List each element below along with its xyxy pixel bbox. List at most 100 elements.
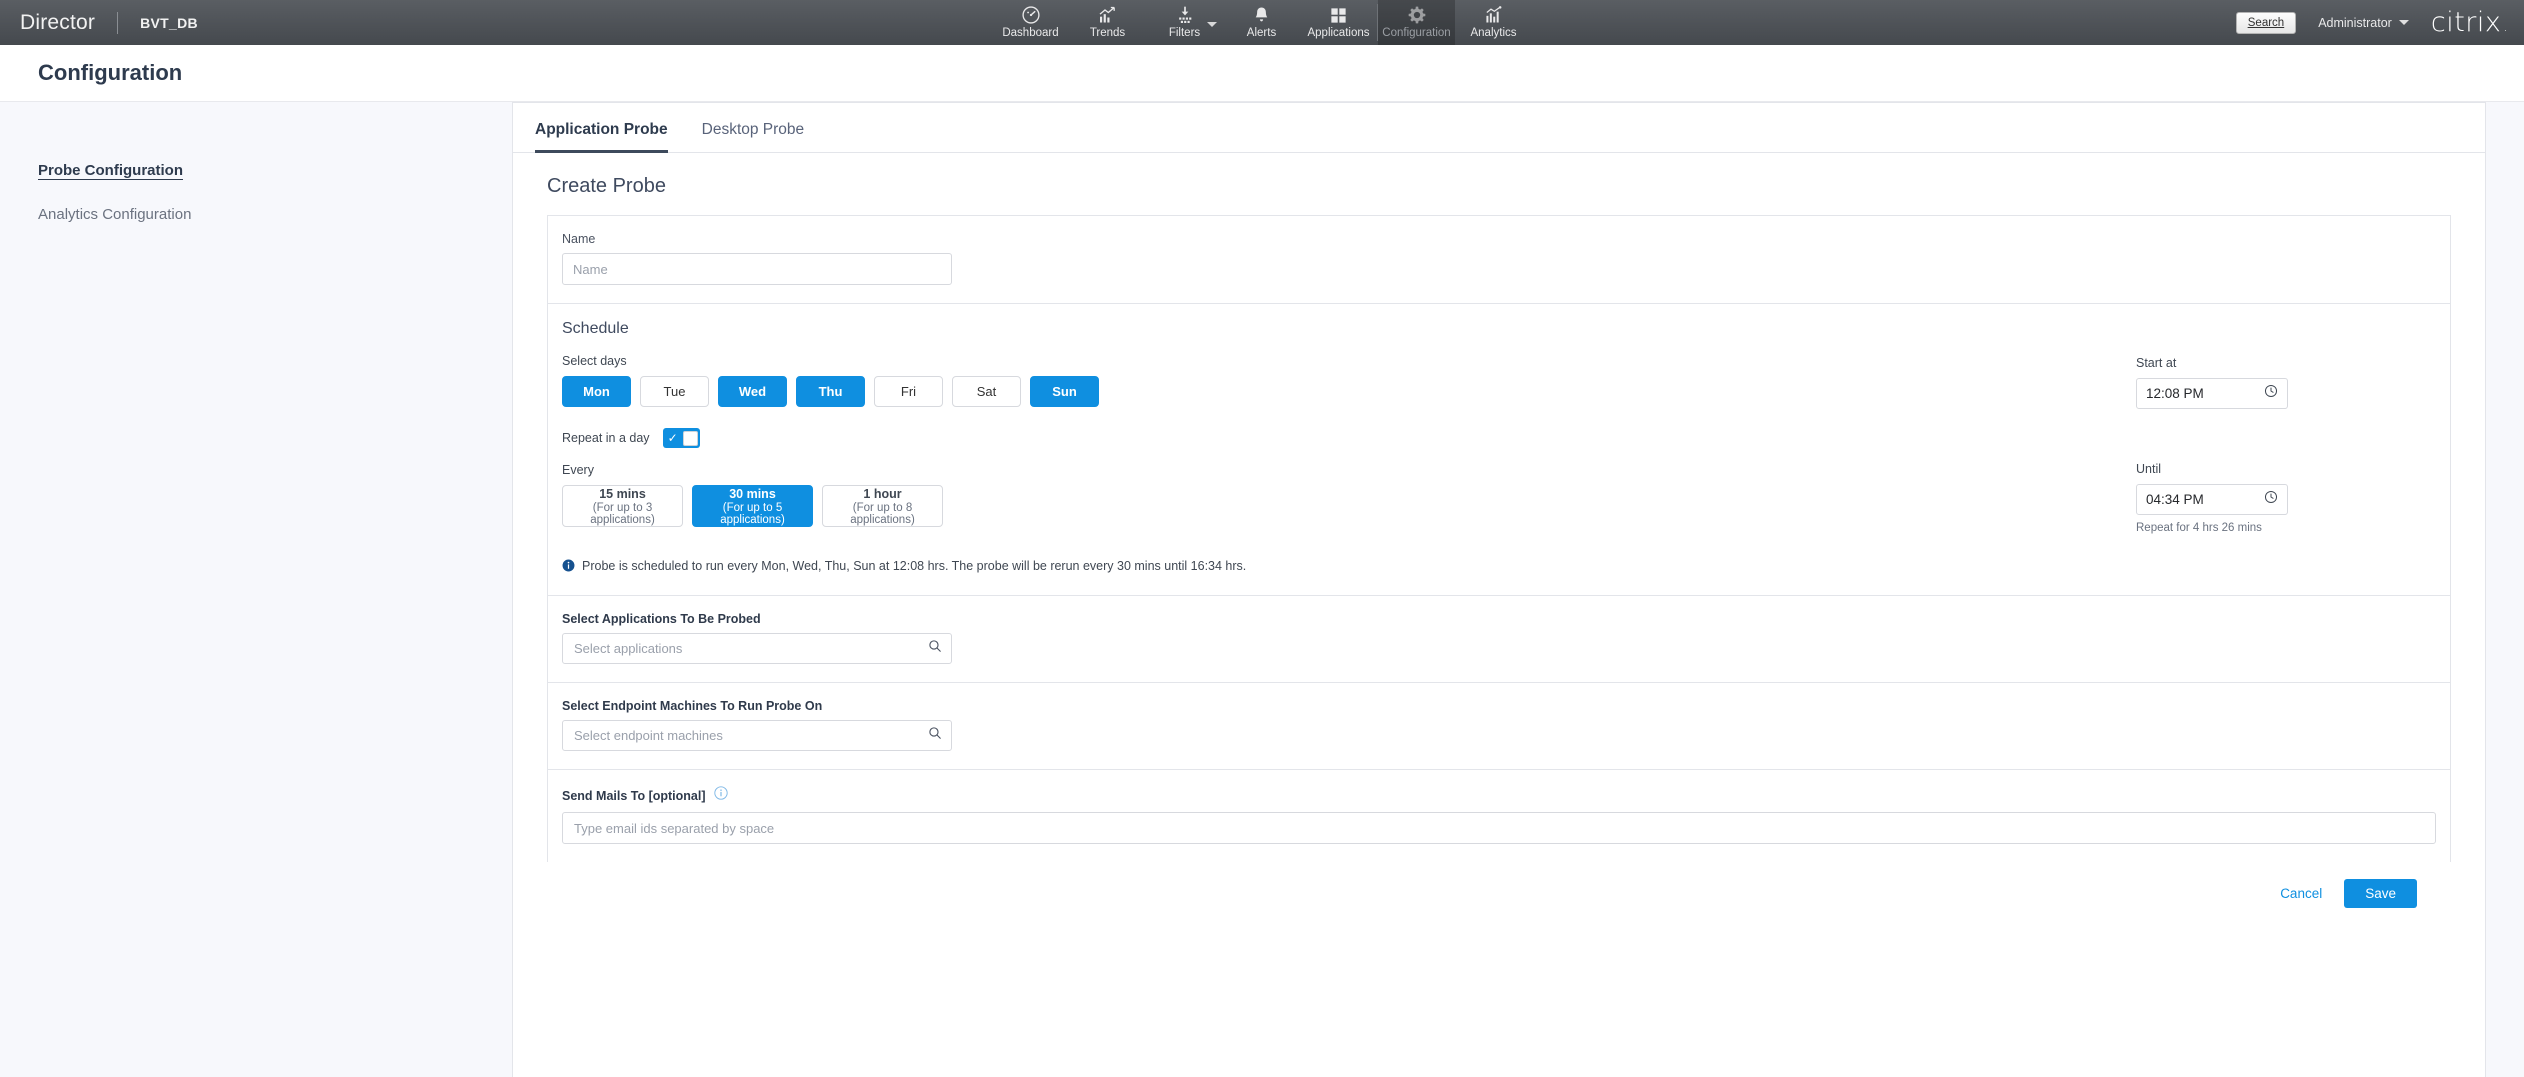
search-icon[interactable]	[928, 726, 942, 745]
check-icon: ✓	[667, 431, 678, 445]
tab-desktop-probe[interactable]: Desktop Probe	[702, 121, 805, 153]
nav-label-filters: Filters	[1168, 26, 1201, 39]
interval-selector: 15 mins (For up to 3 applications) 30 mi…	[562, 485, 2136, 527]
day-button-mon[interactable]: Mon	[562, 376, 631, 407]
send-mails-section: Send Mails To [optional] Type email ids …	[547, 769, 2451, 862]
send-mails-placeholder: Type email ids separated by space	[574, 820, 775, 836]
search-button[interactable]: Search	[2235, 11, 2297, 34]
applications-search-field[interactable]: Select applications	[562, 633, 952, 664]
interval-button-15-mins[interactable]: 15 mins (For up to 3 applications)	[562, 485, 683, 527]
schedule-section: Schedule Select days Mon Tue Wed Thu Fri…	[547, 303, 2451, 595]
start-at-label: Start at	[2136, 356, 2177, 370]
name-label: Name	[562, 232, 596, 246]
repeat-duration-hint: Repeat for 4 hrs 26 mins	[2136, 522, 2262, 534]
endpoints-section: Select Endpoint Machines To Run Probe On…	[547, 682, 2451, 769]
interval-title: 1 hour	[863, 486, 902, 501]
send-mails-label: Send Mails To [optional]	[562, 788, 706, 803]
nav-label-analytics: Analytics	[1470, 26, 1517, 39]
app-title: Director	[20, 10, 96, 34]
endpoints-search-field[interactable]: Select endpoint machines	[562, 720, 952, 751]
nav-items-group: Dashboard Trends Filters Alerts Applicat…	[992, 0, 1532, 45]
page-header: Configuration	[0, 45, 2524, 102]
schedule-heading: Schedule	[562, 320, 629, 337]
interval-subtitle: (For up to 3 applications)	[590, 501, 655, 526]
analytics-chart-icon	[1483, 5, 1504, 25]
sidebar-item-label: Analytics Configuration	[38, 206, 192, 223]
nav-item-filters[interactable]: Filters	[1146, 0, 1223, 45]
tab-application-probe[interactable]: Application Probe	[535, 121, 668, 153]
interval-title: 30 mins	[729, 486, 776, 501]
start-at-time-field[interactable]: 12:08 PM	[2136, 378, 2288, 409]
schedule-info-message: Probe is scheduled to run every Mon, Wed…	[562, 556, 2436, 577]
clock-icon[interactable]	[2264, 490, 2278, 509]
info-message-text: Probe is scheduled to run every Mon, Wed…	[582, 559, 1247, 573]
nav-label-configuration: Configuration	[1382, 26, 1451, 39]
day-selector: Mon Tue Wed Thu Fri Sat Sun	[562, 376, 2136, 407]
chevron-down-icon[interactable]	[1207, 22, 1217, 27]
brand-area: Director BVT_DB	[0, 0, 198, 45]
repeat-in-a-day-label: Repeat in a day	[562, 431, 650, 445]
alerts-bell-icon	[1252, 6, 1271, 25]
day-button-sat[interactable]: Sat	[952, 376, 1021, 407]
content-panel: Application Probe Desktop Probe Create P…	[512, 102, 2486, 1077]
sidebar-item-analytics-configuration[interactable]: Analytics Configuration	[38, 206, 512, 223]
applications-label: Select Applications To Be Probed	[562, 612, 761, 626]
day-button-sun[interactable]: Sun	[1030, 376, 1099, 407]
nav-item-trends[interactable]: Trends	[1069, 0, 1146, 45]
interval-subtitle: (For up to 5 applications)	[720, 501, 785, 526]
nav-item-analytics[interactable]: Analytics	[1455, 0, 1532, 45]
nav-label-dashboard: Dashboard	[1002, 26, 1059, 39]
create-probe-pane: Create Probe Name Schedule Select days	[513, 153, 2485, 1077]
configuration-gear-icon	[1407, 6, 1427, 25]
interval-button-1-hour[interactable]: 1 hour (For up to 8 applications)	[822, 485, 943, 527]
sidebar: Probe Configuration Analytics Configurat…	[0, 102, 512, 1077]
repeat-in-a-day-toggle[interactable]: ✓	[662, 428, 700, 448]
brand-divider	[117, 11, 119, 34]
applications-grid-icon	[1329, 6, 1348, 25]
until-time-field[interactable]: 04:34 PM	[2136, 484, 2288, 515]
nav-primary-group: Dashboard Trends Filters Alerts Applicat…	[992, 0, 1377, 45]
search-icon[interactable]	[928, 639, 942, 658]
send-mails-input-field[interactable]: Type email ids separated by space	[562, 812, 2436, 844]
nav-item-dashboard[interactable]: Dashboard	[992, 0, 1069, 45]
until-value: 04:34 PM	[2146, 492, 2204, 507]
citrix-logo-dot: .	[2503, 20, 2508, 35]
nav-label-alerts: Alerts	[1246, 26, 1277, 39]
admin-menu[interactable]: Administrator	[2318, 16, 2409, 30]
nav-item-configuration[interactable]: Configuration	[1378, 0, 1455, 45]
applications-placeholder: Select applications	[574, 641, 683, 656]
info-circle-icon[interactable]	[713, 786, 728, 805]
save-button[interactable]: Save	[2344, 879, 2417, 908]
nav-item-applications[interactable]: Applications	[1300, 0, 1377, 45]
day-button-wed[interactable]: Wed	[718, 376, 787, 407]
day-button-tue[interactable]: Tue	[640, 376, 709, 407]
day-button-fri[interactable]: Fri	[874, 376, 943, 407]
day-button-thu[interactable]: Thu	[796, 376, 865, 407]
schedule-left-column: Select days Mon Tue Wed Thu Fri Sat Sun	[562, 354, 2136, 534]
every-label: Every	[562, 463, 594, 477]
nav-right-group: Search Administrator citrix.	[2235, 0, 2524, 45]
page-body: Probe Configuration Analytics Configurat…	[0, 102, 2524, 1077]
nav-label-trends: Trends	[1089, 26, 1126, 39]
trends-chart-icon	[1097, 6, 1118, 25]
start-at-value: 12:08 PM	[2146, 386, 2204, 401]
tab-label: Desktop Probe	[701, 121, 805, 138]
filters-funnel-icon	[1175, 6, 1195, 25]
endpoints-label: Select Endpoint Machines To Run Probe On	[562, 699, 823, 713]
cancel-button[interactable]: Cancel	[2280, 886, 2322, 901]
citrix-logo-text: citrix	[2430, 7, 2502, 38]
nav-label-applications: Applications	[1307, 26, 1370, 39]
schedule-right-column: Start at 12:08 PM Until 04:34 PM Repeat …	[2136, 354, 2436, 534]
interval-button-30-mins[interactable]: 30 mins (For up to 5 applications)	[692, 485, 813, 527]
interval-title: 15 mins	[599, 486, 646, 501]
name-input[interactable]	[562, 253, 952, 285]
select-days-label: Select days	[562, 354, 627, 368]
chevron-down-icon	[2398, 20, 2409, 25]
endpoints-placeholder: Select endpoint machines	[574, 728, 723, 743]
nav-item-alerts[interactable]: Alerts	[1223, 0, 1300, 45]
sidebar-item-probe-configuration[interactable]: Probe Configuration	[38, 162, 512, 179]
clock-icon[interactable]	[2264, 384, 2278, 403]
sidebar-item-label: Probe Configuration	[38, 162, 183, 179]
repeat-in-a-day-row: Repeat in a day ✓	[562, 428, 2136, 448]
page-title: Configuration	[38, 60, 183, 85]
